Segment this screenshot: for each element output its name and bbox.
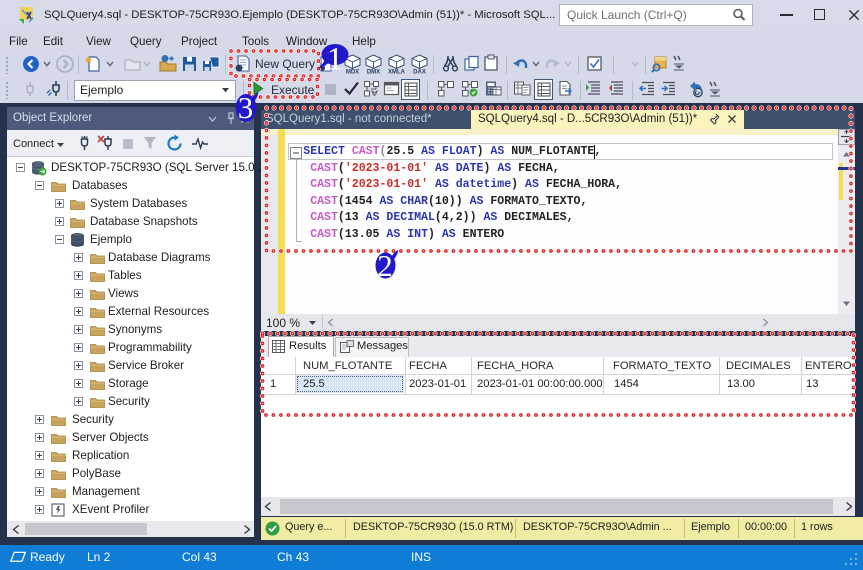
svg-text:DAX: DAX (413, 70, 426, 75)
svg-text:XMLA: XMLA (388, 70, 406, 75)
svg-text:MDX: MDX (346, 70, 359, 75)
svg-text:DMX: DMX (367, 70, 380, 75)
